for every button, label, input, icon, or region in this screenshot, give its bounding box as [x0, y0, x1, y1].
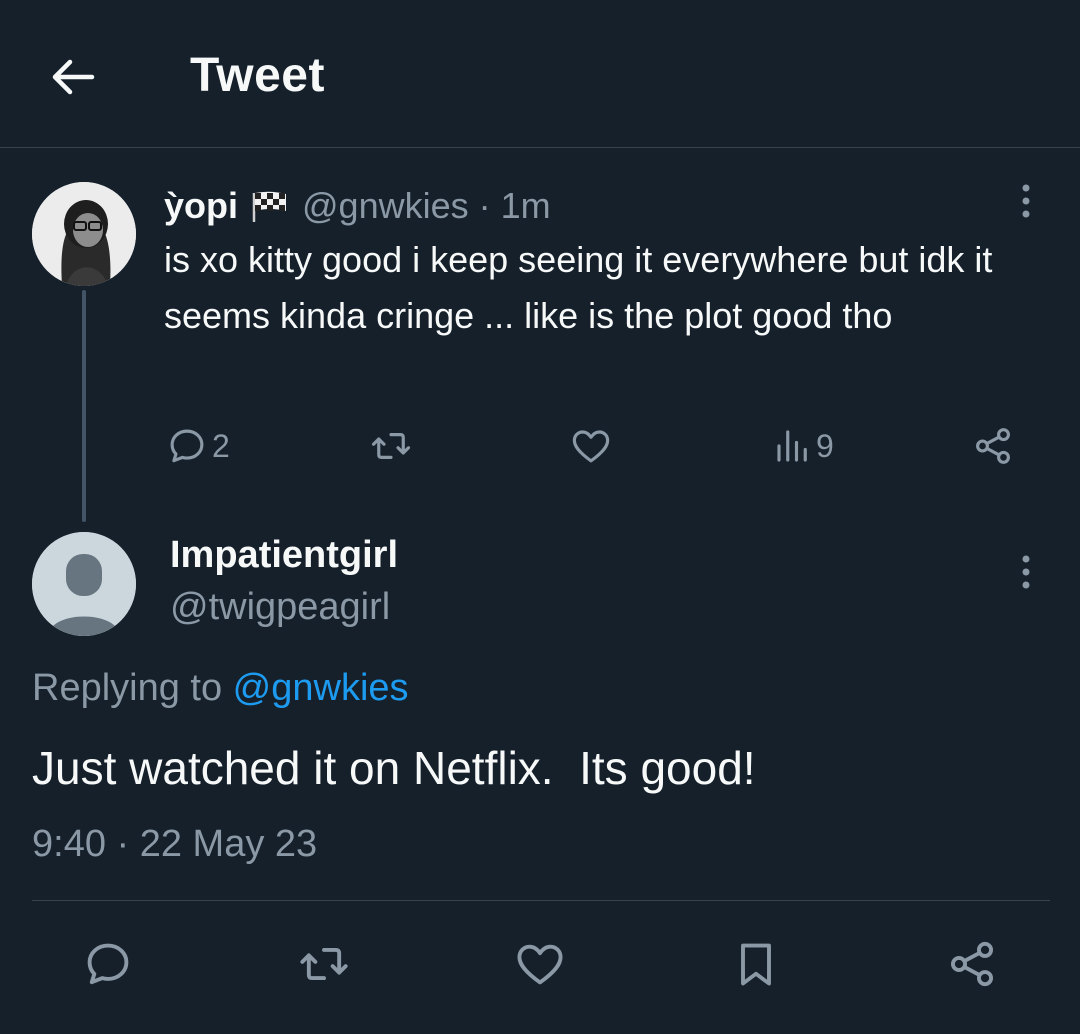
views-action[interactable]: 9 [772, 420, 834, 472]
like-icon [517, 944, 563, 985]
divider [32, 900, 1050, 901]
replying-mention-link[interactable]: @gnwkies [233, 667, 409, 709]
reply-author-name[interactable]: Impatientgirl [170, 530, 398, 580]
top-bar [0, 0, 1080, 148]
page-title: Tweet [190, 49, 325, 102]
more-options-button[interactable] [1006, 553, 1046, 593]
share-icon [950, 941, 994, 987]
retweet-icon [300, 947, 348, 981]
views-icon [777, 430, 807, 462]
more-options-button[interactable] [1006, 182, 1046, 222]
more-vertical-icon [1022, 184, 1030, 218]
avatar[interactable] [32, 532, 136, 636]
retweet-icon [371, 433, 411, 459]
back-arrow-icon [52, 59, 95, 95]
checkered-flag-icon [250, 189, 290, 223]
share-icon [976, 428, 1010, 464]
bookmark-icon [741, 943, 771, 986]
separator: · [468, 185, 501, 226]
tweet-time: 1m [500, 185, 551, 226]
reply-text: Just watched it on Netflix. Its good! [32, 742, 756, 794]
reply-author-handle[interactable]: @twigpeagirl [170, 582, 390, 632]
default-avatar-icon [32, 532, 136, 636]
reply-timestamp[interactable]: 9:40 · 22 May 23 [32, 818, 317, 870]
avatar[interactable] [32, 182, 136, 286]
reply-icon [170, 429, 204, 463]
like-action[interactable] [570, 420, 612, 472]
share-action[interactable] [946, 934, 998, 994]
tweet-text: is xo kitty good i keep seeing it everyw… [164, 239, 993, 336]
view-count: 9 [816, 427, 834, 464]
author-name[interactable]: ỳopi [164, 185, 238, 227]
share-action[interactable] [972, 420, 1014, 472]
thread-line [82, 290, 86, 522]
back-button[interactable] [48, 52, 98, 102]
retweet-action[interactable] [370, 420, 412, 472]
reply-icon [87, 943, 129, 985]
reply-count: 2 [212, 427, 230, 464]
like-action[interactable] [514, 934, 566, 994]
more-vertical-icon [1022, 555, 1030, 589]
like-icon [572, 430, 610, 463]
retweet-action[interactable] [298, 934, 350, 994]
author-handle[interactable]: @gnwkies [302, 185, 469, 227]
reply-action[interactable] [82, 934, 134, 994]
avatar-photo [32, 182, 136, 286]
replying-to: Replying to @gnwkies [32, 662, 409, 714]
bookmark-action[interactable] [730, 934, 782, 994]
reply-action[interactable]: 2 [166, 420, 230, 472]
replying-label: Replying to [32, 667, 233, 709]
tweet-header: ỳopi @gnwkies · 1m [164, 182, 551, 230]
